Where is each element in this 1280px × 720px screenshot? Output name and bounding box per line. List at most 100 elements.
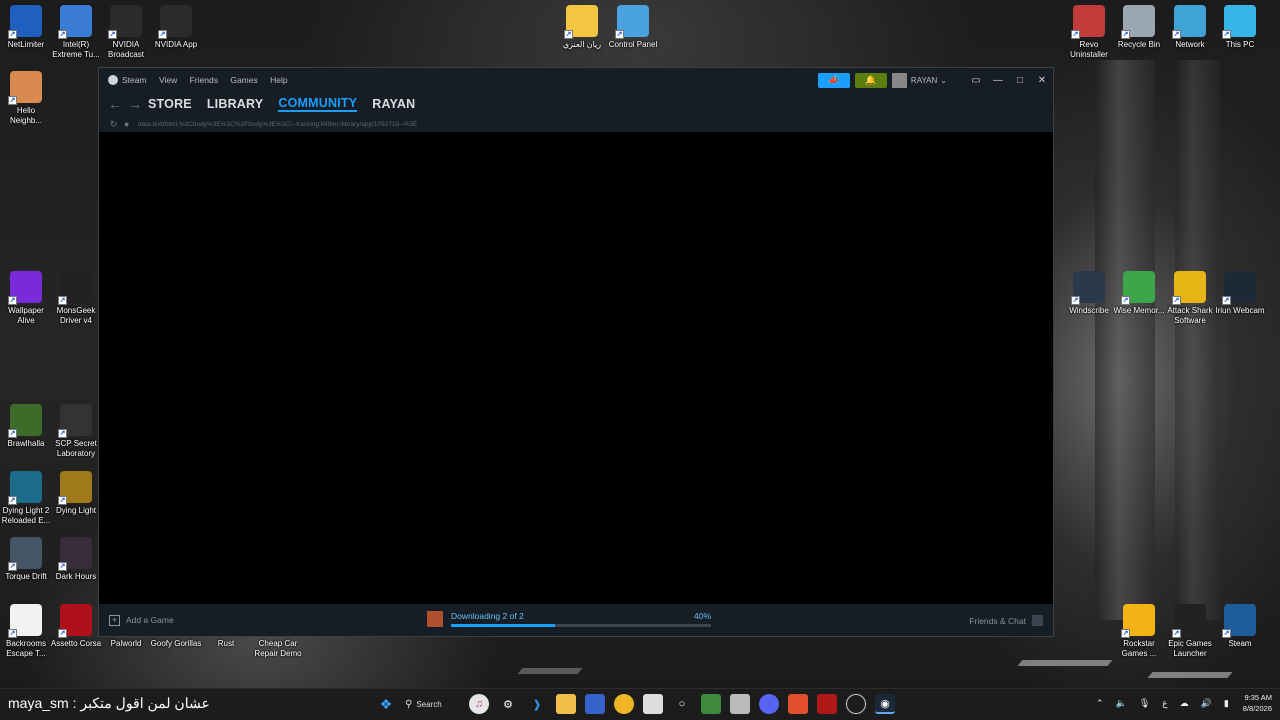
close-button[interactable]: ✕ xyxy=(1031,75,1053,86)
desktop-shortcut[interactable]: ↗ Wise Memor... xyxy=(1113,271,1165,316)
nav-community[interactable]: COMMUNITY xyxy=(278,96,358,112)
desktop-shortcut[interactable]: ↗ Iriun Webcam xyxy=(1214,271,1266,316)
menu-friends[interactable]: Friends xyxy=(190,75,218,85)
nav-library[interactable]: LIBRARY xyxy=(207,97,264,111)
announcements-button[interactable]: 📣 xyxy=(817,72,850,88)
back-arrow-icon[interactable]: ← xyxy=(108,96,128,112)
desktop-shortcut[interactable]: ↗ Control Panel xyxy=(607,5,659,50)
maximize-button[interactable]: □ xyxy=(1009,75,1031,86)
wallpaper-pillar xyxy=(1095,60,1155,620)
desktop-shortcut[interactable]: ↗ Intel(R) Extreme Tu... xyxy=(50,5,102,60)
steam-titlebar: Steam View Friends Games Help 📣 🔔 RAYAN … xyxy=(99,68,1053,92)
shortcut-arrow-icon: ↗ xyxy=(8,429,17,438)
store-icon[interactable] xyxy=(643,694,663,714)
minimize-button[interactable]: — xyxy=(987,75,1009,86)
desktop-shortcut[interactable]: ↗ ريان العنزي xyxy=(556,5,608,50)
network-icon[interactable]: ☁ xyxy=(1180,698,1189,709)
desktop-shortcut[interactable]: ↗ Attack Shark Software xyxy=(1164,271,1216,326)
download-status[interactable]: Downloading 2 of 2 40% xyxy=(427,611,711,627)
clock[interactable]: 9:35 AM 8/8/2026 xyxy=(1243,692,1272,714)
forward-arrow-icon[interactable]: → xyxy=(128,96,148,112)
desktop-shortcut[interactable]: ↗ Torque Drift xyxy=(0,537,52,582)
desktop-shortcut[interactable]: ↗ Dying Light 2 Reloaded E... xyxy=(0,471,52,526)
desktop-shortcut[interactable]: ↗ Epic Games Launcher xyxy=(1164,604,1216,659)
desktop-shortcut[interactable]: ↗ Recycle Bin xyxy=(1113,5,1165,50)
steam-window: Steam View Friends Games Help 📣 🔔 RAYAN … xyxy=(98,67,1054,637)
desktop-shortcut[interactable]: ↗ Rockstar Games ... xyxy=(1113,604,1165,659)
shortcut-arrow-icon: ↗ xyxy=(1071,30,1080,39)
desktop-shortcut[interactable]: ↗ Network xyxy=(1164,5,1216,50)
shortcut-arrow-icon: ↗ xyxy=(58,429,67,438)
volume-icon[interactable]: 🔊 xyxy=(1201,698,1212,709)
menu-steam[interactable]: Steam xyxy=(122,75,147,85)
assetto-corsa-icon: ↗ xyxy=(58,604,92,638)
notepad-icon[interactable] xyxy=(730,694,750,714)
desktop-shortcut[interactable]: ↗ NVIDIA App xyxy=(150,5,202,50)
xbox-icon[interactable]: ○ xyxy=(672,694,692,714)
desktop-shortcut-label: SCP Secret Laboratory xyxy=(55,439,97,458)
windows-start-icon[interactable]: ❖ xyxy=(376,694,396,714)
backrooms-icon: ↗ xyxy=(8,604,42,638)
microphone-icon[interactable]: 🎙 xyxy=(1139,698,1150,709)
speaker-icon[interactable]: 🔈 xyxy=(1116,698,1127,709)
intel-xtu-icon: ↗ xyxy=(58,5,92,39)
nav-store[interactable]: STORE xyxy=(148,97,192,111)
desktop-shortcut[interactable]: ↗ Backrooms Escape T... xyxy=(0,604,52,659)
friends-chat-button[interactable]: Friends & Chat xyxy=(969,615,1043,626)
desktop-shortcut[interactable]: ↗ Dark Hours xyxy=(50,537,102,582)
download-progress-fill xyxy=(451,624,555,627)
rockstar-icon: ↗ xyxy=(1121,604,1155,638)
vscode-icon[interactable]: ❱ xyxy=(527,694,547,714)
desktop-shortcut[interactable]: ↗ Dying Light xyxy=(50,471,102,516)
desktop-shortcut[interactable]: ↗ MonsGeek Driver v4 xyxy=(50,271,102,326)
shortcut-arrow-icon: ↗ xyxy=(1172,629,1181,638)
desktop-shortcut[interactable]: ↗ Wallpaper Alive xyxy=(0,271,52,326)
menu-view[interactable]: View xyxy=(159,75,177,85)
language-indicator[interactable]: ع xyxy=(1162,698,1167,709)
taskbar-overlay-text: maya_sm : عشان لمن اقول متكبر xyxy=(8,695,210,711)
menu-games[interactable]: Games xyxy=(230,75,257,85)
gpu-app-icon[interactable] xyxy=(701,694,721,714)
globe-icon: ● xyxy=(124,119,130,129)
wallpaper-pillar xyxy=(1175,60,1220,620)
shortcut-arrow-icon: ↗ xyxy=(108,30,117,39)
desktop-shortcut-label: Attack Shark Software xyxy=(1167,306,1213,325)
app-icon[interactable] xyxy=(846,694,866,714)
search-label: Search xyxy=(416,699,442,709)
desktop-shortcut[interactable]: ↗ Brawlhalla xyxy=(0,404,52,449)
desktop-shortcut-label: Torque Drift xyxy=(5,572,47,581)
wise-memory-icon: ↗ xyxy=(1121,271,1155,305)
dark-hours-icon: ↗ xyxy=(58,537,92,571)
search-icon: ⚲ xyxy=(405,698,413,710)
app-icon[interactable] xyxy=(585,694,605,714)
chevron-up-icon[interactable]: ⌃ xyxy=(1096,698,1104,709)
desktop-shortcut[interactable]: ↗ Steam xyxy=(1214,604,1266,649)
discord-icon[interactable] xyxy=(759,694,779,714)
account-menu[interactable]: RAYAN ⌄ xyxy=(891,72,947,88)
battery-icon[interactable]: ▮ xyxy=(1224,698,1229,709)
desktop-shortcut[interactable]: ↗ Hello Neighb... xyxy=(0,71,52,126)
big-picture-icon[interactable]: ▭ xyxy=(965,75,987,86)
desktop-shortcut[interactable]: ↗ This PC xyxy=(1214,5,1266,50)
menu-help[interactable]: Help xyxy=(270,75,287,85)
msi-afterburner-icon[interactable] xyxy=(817,694,837,714)
notifications-button[interactable]: 🔔 xyxy=(854,72,887,88)
desktop-shortcut[interactable]: ↗ Revo Uninstaller xyxy=(1063,5,1115,60)
desktop-shortcut[interactable]: ↗ SCP Secret Laboratory xyxy=(50,404,102,459)
app-icon[interactable]: ⚙ xyxy=(498,694,518,714)
brave-icon[interactable] xyxy=(788,694,808,714)
chrome-icon[interactable] xyxy=(614,694,634,714)
itunes-icon[interactable]: ♫ xyxy=(469,694,489,714)
nav-profile[interactable]: RAYAN xyxy=(372,97,415,111)
shortcut-arrow-icon: ↗ xyxy=(1071,296,1080,305)
steam-taskbar-icon[interactable]: ◉ xyxy=(875,694,895,714)
file-explorer-icon[interactable] xyxy=(556,694,576,714)
reload-icon[interactable]: ↻ xyxy=(110,119,124,130)
desktop-shortcut[interactable]: ↗ Windscribe xyxy=(1063,271,1115,316)
add-game-button[interactable]: + Add a Game xyxy=(99,614,174,626)
desktop-shortcut[interactable]: ↗ Assetto Corsa xyxy=(50,604,102,649)
desktop-shortcut[interactable]: ↗ NVIDIA Broadcast xyxy=(100,5,152,60)
search-button[interactable]: ⚲ Search xyxy=(405,693,459,715)
friends-chat-icon xyxy=(1032,615,1043,626)
desktop-shortcut[interactable]: ↗ NetLimiter xyxy=(0,5,52,50)
